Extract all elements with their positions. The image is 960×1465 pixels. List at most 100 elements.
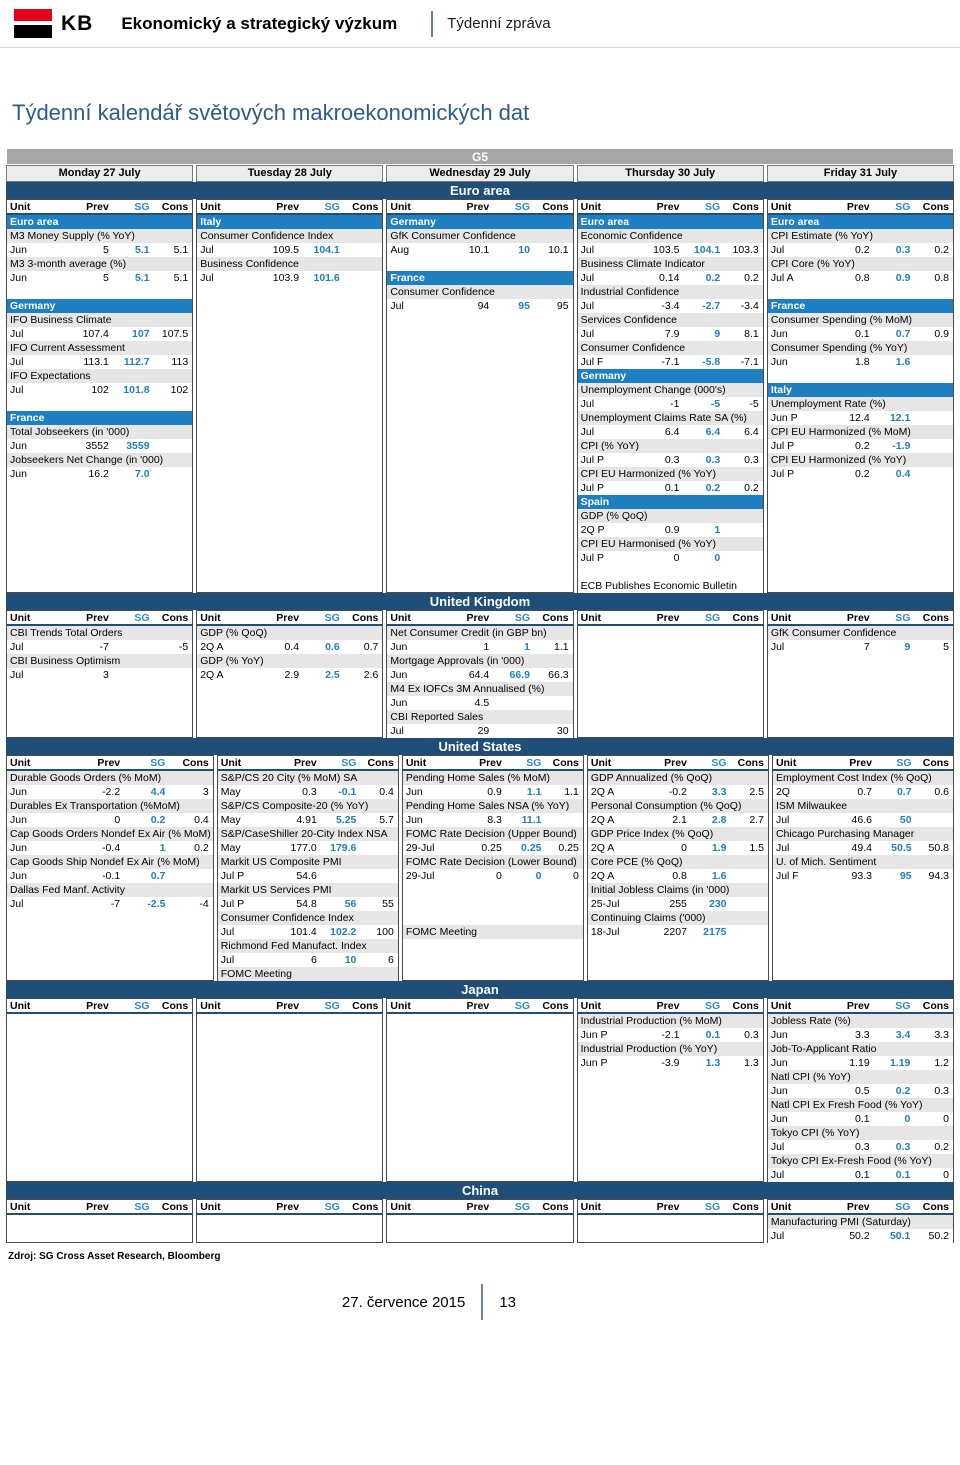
event-name: Industrial Confidence: [577, 285, 763, 299]
column-wednesday: Unit Prev SG Cons Pending Home Sales (% MoM)…: [401, 755, 584, 981]
column-header-row: Unit Prev SG Cons: [767, 998, 954, 1014]
cell-cons: [150, 668, 193, 682]
cell-cons: [150, 439, 193, 453]
col-header-unit: Unit: [390, 999, 411, 1012]
cell-prev: -0.2: [668, 786, 687, 798]
data-row: 29-Jul 0.25 0.25 0.25: [402, 841, 583, 855]
cell-sg: 50: [899, 814, 912, 826]
cell-cons: 0.3: [744, 454, 759, 466]
data-row: Jul 6.4 6.4 6.4: [577, 425, 763, 439]
data-row: 2Q A -0.2 3.3 2.5: [587, 785, 768, 799]
cell-cons: 0.3: [744, 1029, 759, 1041]
cell-unit: Jun P: [770, 412, 798, 424]
col-header-prev: Prev: [276, 611, 300, 624]
column-body: GDP Annualized (% QoQ) 2Q A -0.2 3.3 2.5 Pers…: [587, 771, 768, 981]
cell-cons: 0.9: [934, 328, 949, 340]
col-header-sg: SG: [324, 611, 340, 624]
cell-prev: 49.4: [851, 842, 872, 854]
event-name: Mortgage Approvals (in '000): [387, 654, 573, 668]
cell-unit: 2Q A: [590, 842, 615, 854]
cell-unit: Jul: [200, 244, 214, 256]
region-band-united-states: United States: [6, 738, 954, 755]
col-header-cons: Cons: [552, 756, 579, 769]
cell-sg: 95: [518, 300, 530, 312]
cell-cons: 0.2: [934, 1141, 949, 1153]
event-name: FOMC Meeting: [217, 967, 398, 981]
cell-cons: -7.1: [740, 356, 759, 368]
cell-sg: 56: [344, 898, 357, 910]
event-name: Manufacturing PMI (Saturday): [767, 1215, 954, 1229]
col-header-cons: Cons: [182, 756, 209, 769]
cell-unit: Jul P: [580, 482, 604, 494]
data-row: Jul 0.2 0.3 0.2: [767, 243, 954, 257]
column-body: [197, 1014, 383, 1182]
column-body: S&P/CS 20 City (% MoM) SA May 0.3 -0.1 0.4 S&…: [217, 771, 398, 981]
event-name: GDP Price Index (% QoQ): [587, 827, 768, 841]
col-header-prev: Prev: [849, 756, 872, 769]
data-row: Jul 0.3 0.3 0.2: [767, 1140, 954, 1154]
cell-sg: 0.1: [705, 1029, 721, 1041]
cell-unit: 2Q A: [200, 669, 224, 681]
data-row: Jul P 54.6: [217, 869, 398, 883]
col-header-sg: SG: [895, 1200, 911, 1213]
data-row: Jul 50.2 50.1 50.2: [767, 1229, 954, 1243]
col-header-unit: Unit: [590, 756, 612, 769]
cell-cons: 2.6: [363, 669, 379, 681]
col-header-cons: Cons: [542, 611, 569, 624]
cell-unit: 2Q P: [580, 524, 605, 536]
country-subheader: France: [7, 411, 193, 425]
country-subheader: Germany: [577, 369, 763, 383]
cell-unit: 2Q: [775, 786, 790, 798]
column-tuesday: Unit Prev SG Cons: [196, 998, 384, 1182]
event-name: FOMC Meeting: [402, 925, 583, 939]
cell-prev: 109.5: [272, 244, 300, 256]
col-header-cons: Cons: [732, 611, 759, 624]
cell-sg: 3.3: [711, 786, 727, 798]
cell-prev: -3.4: [661, 300, 680, 312]
col-header-prev: Prev: [276, 1200, 300, 1213]
country-subheader: France: [767, 299, 954, 313]
cell-unit: Jun: [770, 356, 788, 368]
cell-cons: 1.1: [553, 641, 569, 653]
cell-cons: [727, 897, 768, 911]
cell-prev: 0.8: [855, 272, 870, 284]
column-body: Durable Goods Orders (% MoM) Jun -2.2 4.4 3 D…: [7, 771, 213, 981]
cell-sg: [317, 869, 357, 883]
header-divider: [431, 10, 434, 37]
data-row: 2Q A 0 1.9 1.5: [587, 841, 768, 855]
cell-sg: 3.4: [895, 1029, 911, 1041]
column-wednesday: Unit Prev SG Cons: [386, 998, 574, 1182]
col-header-unit: Unit: [770, 1200, 792, 1213]
column-body: [7, 1014, 193, 1182]
cell-prev: 0.3: [302, 786, 317, 798]
col-header-prev: Prev: [656, 1200, 680, 1213]
cell-sg: 66.9: [509, 669, 530, 681]
cell-sg: 6.4: [705, 426, 721, 438]
data-row: Jul 109.5 104.1: [197, 243, 383, 257]
event-name: Pending Home Sales NSA (% YoY): [402, 799, 583, 813]
cell-cons: 50.2: [928, 1230, 949, 1242]
data-row: Jul 7 9 5: [767, 640, 954, 654]
macro-calendar: G5 Monday 27 July Tuesday 28 July Wednes…: [6, 148, 955, 1243]
col-header-sg: SG: [134, 999, 150, 1012]
cell-sg: 0.3: [705, 454, 721, 466]
event-name: Richmond Fed Manufact. Index: [217, 939, 398, 953]
cell-cons: 0.6: [934, 786, 949, 798]
col-header-unit: Unit: [200, 1200, 221, 1213]
cell-unit: May: [220, 786, 241, 798]
day-header-monday: Monday 27 July: [6, 165, 194, 182]
event-name: Economic Confidence: [577, 229, 763, 243]
cell-cons: [356, 841, 397, 855]
data-row: Jun P 12.4 12.1: [767, 411, 954, 425]
cell-sg: 7.0: [134, 468, 150, 480]
column-wednesday: Unit Prev SG Cons Germany GfK Consumer Confid…: [386, 199, 574, 593]
cell-sg: 112.7: [123, 356, 150, 368]
data-row: Jul P 0.1 0.2 0.2: [577, 481, 763, 495]
column-body: Italy Consumer Confidence Index Jul 109.5 10…: [197, 215, 383, 593]
cell-prev: -7: [110, 898, 121, 910]
cell-sg: 0.2: [150, 814, 166, 826]
data-row: Jul P 0.2 0.4: [767, 467, 954, 481]
country-subheader: Italy: [767, 383, 954, 397]
column-body: Euro area CPI Estimate (% YoY) Jul 0.2 0.3 0.…: [767, 215, 954, 593]
country-subheader: Germany: [7, 299, 193, 313]
